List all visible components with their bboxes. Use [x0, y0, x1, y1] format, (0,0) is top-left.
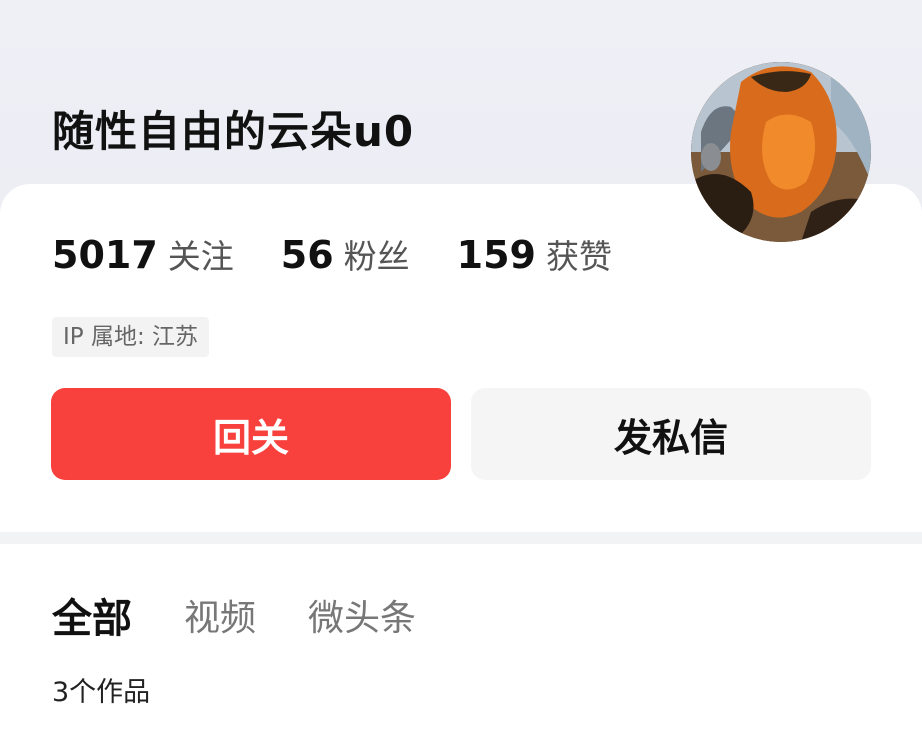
stat-following[interactable]: 5017 关注 [52, 230, 234, 278]
stat-likes-label: 获赞 [545, 237, 612, 276]
avatar-image [691, 62, 871, 242]
avatar[interactable] [691, 62, 871, 242]
tab-all[interactable]: 全部 [52, 586, 132, 644]
tab-micro-posts[interactable]: 微头条 [308, 589, 416, 641]
send-message-button[interactable]: 发私信 [471, 388, 871, 480]
ip-location-badge: IP 属地: 江苏 [52, 317, 210, 357]
stat-likes-count: 159 [456, 233, 536, 277]
stat-followers-label: 粉丝 [343, 237, 410, 276]
stat-likes[interactable]: 159 获赞 [457, 230, 612, 278]
stat-followers[interactable]: 56 粉丝 [281, 230, 410, 278]
section-divider [0, 532, 922, 544]
tab-videos[interactable]: 视频 [184, 589, 256, 641]
profile-stats: 5017 关注 56 粉丝 159 获赞 [52, 230, 659, 286]
stat-followers-count: 56 [280, 233, 334, 277]
stat-following-label: 关注 [167, 237, 234, 276]
content-tabs: 全部 视频 微头条 [52, 588, 468, 642]
stat-following-count: 5017 [52, 233, 158, 277]
works-count: 3个作品 [52, 677, 151, 708]
profile-username: 随性自由的云朵u0 [52, 107, 415, 156]
follow-back-button[interactable]: 回关 [51, 388, 451, 480]
